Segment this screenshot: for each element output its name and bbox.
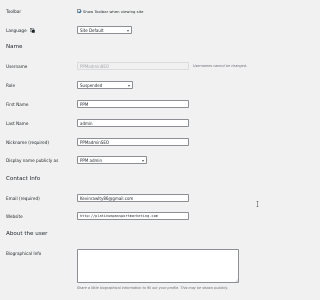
website-label: Website [6, 214, 23, 219]
role-select-value: Suspended [80, 83, 103, 88]
username-note: Usernames cannot be changed. [193, 64, 247, 68]
chevron-down-icon [127, 29, 129, 32]
chevron-down-icon [128, 84, 130, 87]
email-label: Email (required) [6, 196, 40, 201]
display-name-select-value: PPM admin [80, 158, 103, 163]
nickname-field[interactable]: PPMadminSEO [77, 138, 189, 146]
toolbar-checkbox[interactable] [77, 9, 81, 13]
display-name-select[interactable]: PPM admin [77, 156, 147, 164]
chevron-down-icon [142, 159, 144, 162]
last-name-label: Last Name [6, 121, 29, 126]
toolbar-label: Toolbar [6, 9, 22, 14]
username-field: PPMadmin8EO [77, 62, 189, 70]
first-name-label: First Name [6, 102, 29, 107]
role-label: Role [6, 83, 16, 88]
email-field[interactable]: Kevinrawlty86@gmail.com [77, 194, 189, 202]
language-select-value: Site Default [80, 28, 104, 33]
website-field[interactable]: http://platinumpassportmarketing.com [77, 212, 189, 220]
language-select[interactable]: Site Default [77, 26, 132, 34]
first-name-field[interactable]: PPM [77, 100, 189, 108]
contact-heading: Contact Info [6, 176, 41, 182]
nickname-label: Nickname (required) [6, 140, 50, 145]
translate-icon: A [30, 28, 35, 33]
language-label: Language [6, 28, 27, 33]
mouse-cursor-icon [256, 201, 259, 207]
resize-handle-icon[interactable] [234, 278, 238, 282]
bio-textarea[interactable] [77, 249, 239, 283]
display-name-label: Display name publicly as [6, 158, 59, 163]
about-heading: About the user [6, 231, 48, 237]
username-label: Username [6, 64, 28, 69]
role-select[interactable]: Suspended [77, 81, 133, 89]
bio-note: Share a little biographical information … [77, 286, 229, 290]
name-heading: Name [6, 44, 23, 50]
bio-label: Biographical Info [6, 251, 42, 256]
last-name-field[interactable]: admin [77, 119, 189, 127]
toolbar-checkbox-label[interactable]: Show Toolbar when viewing site [83, 9, 143, 14]
